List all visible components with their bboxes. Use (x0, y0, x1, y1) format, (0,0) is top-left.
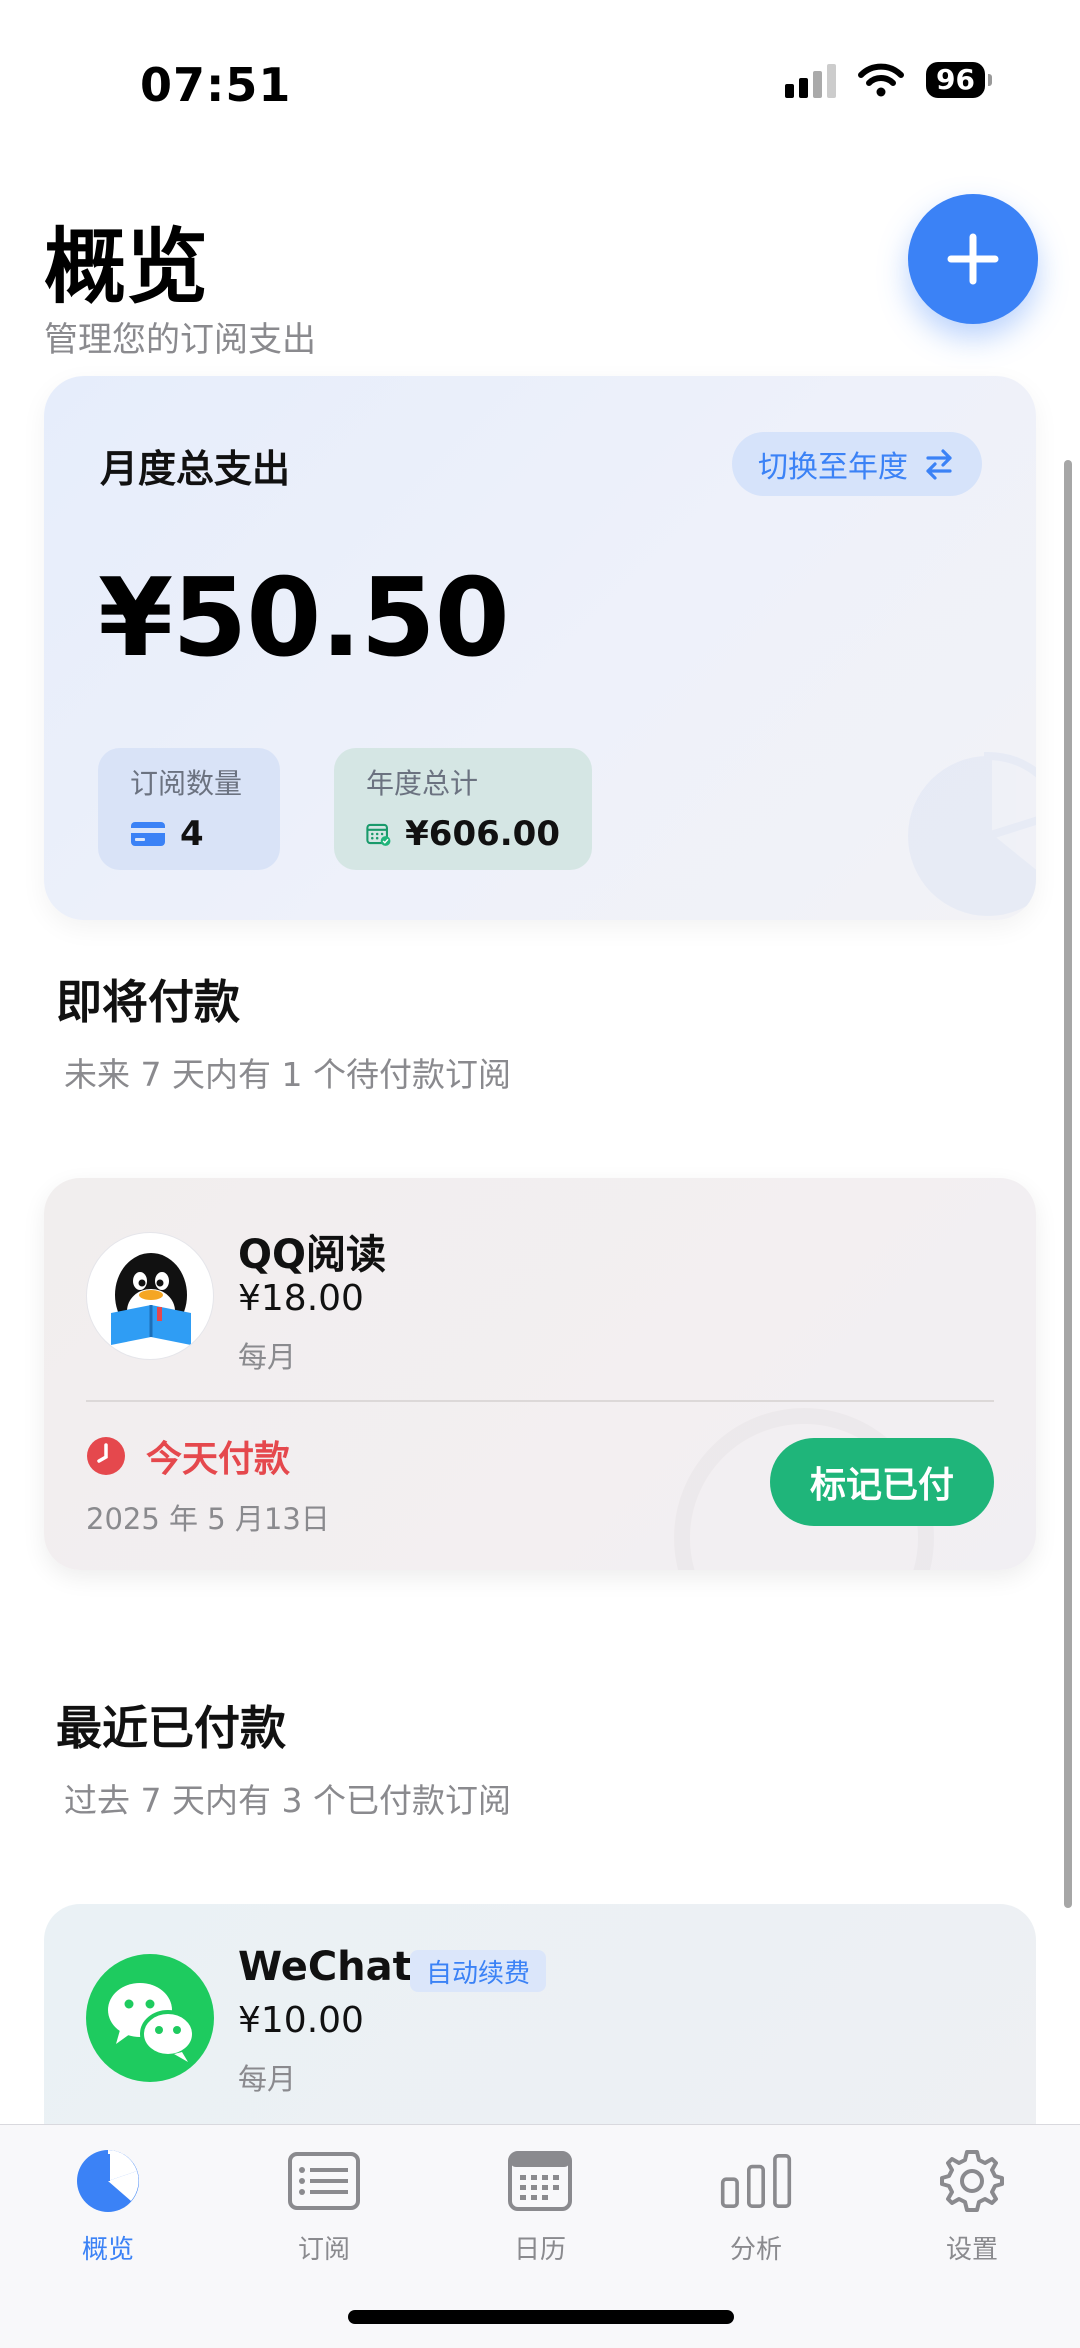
tab-settings[interactable]: 设置 (864, 2145, 1080, 2266)
recent-section-title: 最近已付款 (56, 1701, 286, 1755)
tab-label: 日历 (513, 2235, 566, 2265)
yearly-value: ¥606.00 (405, 814, 560, 854)
tab-label: 订阅 (297, 2235, 350, 2265)
upcoming-section-title: 即将付款 (56, 975, 240, 1029)
due-date: 2025 年 5 月13日 (86, 1502, 330, 1536)
switch-label: 切换至年度 (758, 450, 908, 485)
subscription-name: QQ阅读 (238, 1232, 387, 1278)
tab-label: 设置 (945, 2235, 998, 2265)
tab-label: 概览 (81, 2235, 134, 2265)
subscription-cycle: 每月 (238, 1340, 297, 1374)
wechat-icon (108, 1983, 196, 2062)
yearly-total-stat: 年度总计 ¥606.00 (334, 748, 592, 870)
calendar-icon (508, 2151, 572, 2211)
summary-label: 月度总支出 (100, 447, 291, 491)
bar-chart-icon (720, 2154, 792, 2208)
subscription-count-stat: 订阅数量 4 (98, 748, 280, 870)
tab-analysis[interactable]: 分析 (648, 2145, 864, 2266)
battery-indicator: 96 (926, 62, 992, 98)
recent-section-subtitle: 过去 7 天内有 3 个已付款订阅 (64, 1781, 511, 1820)
tab-label: 分析 (729, 2235, 782, 2265)
monthly-total-amount: ¥50.50 (98, 556, 510, 681)
swap-arrows-icon (926, 449, 952, 480)
qq-penguin-icon (111, 1253, 191, 1345)
page-title: 概览 (44, 220, 209, 315)
credit-card-icon (131, 822, 165, 846)
scrollbar[interactable] (1064, 460, 1072, 1908)
wechat-logo (86, 1954, 214, 2082)
tab-overview[interactable]: 概览 (0, 2145, 216, 2266)
gear-icon (940, 2150, 1004, 2212)
yearly-label: 年度总计 (366, 767, 479, 800)
status-time: 07:51 (140, 58, 292, 112)
page-subtitle: 管理您的订阅支出 (44, 320, 316, 360)
tab-calendar[interactable]: 日历 (432, 2145, 648, 2266)
card-divider (86, 1400, 994, 1402)
auto-renew-badge: 自动续费 (410, 1950, 547, 1992)
count-label: 订阅数量 (130, 767, 243, 800)
subscription-cycle: 每月 (238, 2062, 297, 2096)
list-icon (288, 2152, 360, 2210)
upcoming-section-subtitle: 未来 7 天内有 1 个待付款订阅 (64, 1055, 511, 1094)
add-subscription-button[interactable] (908, 194, 1038, 324)
due-status: 今天付款 (86, 1430, 290, 1482)
subscription-name: WeChat (238, 1944, 412, 1990)
monthly-summary-card: 月度总支出 切换至年度 ¥50.50 订阅数量 4 年度总计 ¥606.00 (44, 376, 1036, 920)
subscription-price: ¥10.00 (238, 2000, 364, 2041)
cellular-signal-icon (785, 62, 837, 98)
mark-paid-button[interactable]: 标记已付 (770, 1438, 994, 1526)
qq-reading-logo (86, 1232, 214, 1360)
clock-icon (87, 1437, 125, 1475)
home-indicator[interactable] (348, 2310, 734, 2324)
status-bar: 07:51 96 (0, 0, 1080, 150)
count-value: 4 (180, 814, 204, 854)
pie-chart-icon (77, 2150, 139, 2212)
due-label: 今天付款 (146, 1439, 291, 1480)
pie-chart-decoration-icon (908, 751, 1036, 916)
tab-subscriptions[interactable]: 订阅 (216, 2145, 432, 2266)
switch-to-yearly-button[interactable]: 切换至年度 (732, 432, 982, 496)
upcoming-subscription-card[interactable]: QQ阅读 ¥18.00 每月 今天付款 2025 年 5 月13日 标记已付 (44, 1178, 1036, 1570)
wifi-icon (858, 63, 905, 97)
calendar-check-icon (366, 823, 391, 846)
plus-icon (947, 233, 999, 285)
subscription-price: ¥18.00 (238, 1278, 364, 1319)
status-icons: 96 (785, 62, 992, 98)
